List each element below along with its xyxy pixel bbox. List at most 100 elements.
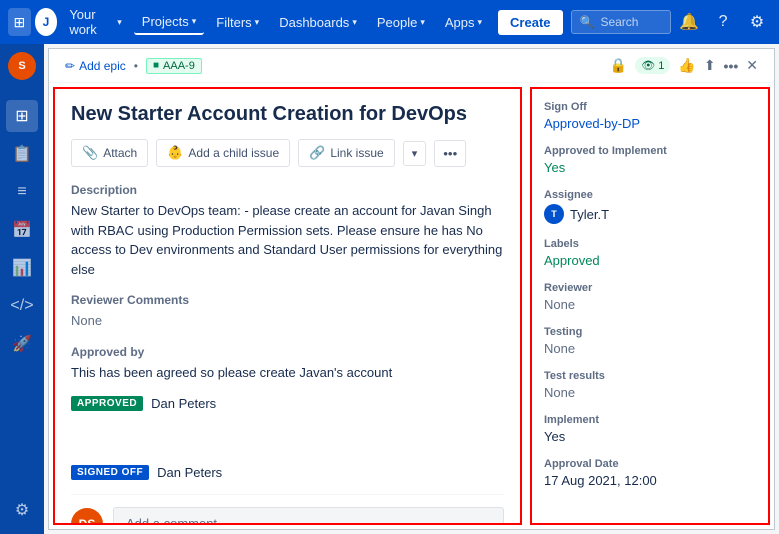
- implement-label: Implement: [544, 414, 756, 426]
- sidebar-timeline-icon[interactable]: 📅: [6, 214, 38, 246]
- sign-off-field: Sign Off Approved-by-DP: [544, 101, 756, 131]
- test-results-label: Test results: [544, 370, 756, 382]
- sidebar-home-icon[interactable]: ⊞: [6, 100, 38, 132]
- signed-off-person-name: Dan Peters: [157, 465, 222, 480]
- signed-off-badge: SIGNED OFF: [71, 465, 149, 480]
- chevron-down-icon: ▾: [352, 17, 357, 28]
- approved-to-implement-value[interactable]: Yes: [544, 160, 756, 175]
- chevron-down-icon: ▾: [420, 17, 425, 28]
- description-label: Description: [71, 183, 504, 197]
- labels-label: Labels: [544, 238, 756, 250]
- issue-key-badge[interactable]: ■ AAA-9: [146, 58, 202, 74]
- pencil-icon: ✏: [65, 59, 75, 73]
- child-icon: 👶: [167, 145, 183, 161]
- people-nav[interactable]: People ▾: [369, 11, 433, 34]
- search-icon: 🔍: [580, 15, 595, 29]
- add-child-issue-button[interactable]: 👶 Add a child issue: [156, 139, 290, 167]
- sidebar-settings-icon[interactable]: ⚙: [6, 494, 38, 526]
- approval-date-label: Approval Date: [544, 458, 756, 470]
- implement-value: Yes: [544, 429, 756, 444]
- sidebar-code-icon[interactable]: </>: [6, 290, 38, 322]
- sign-off-value[interactable]: Approved-by-DP: [544, 116, 756, 131]
- approved-by-text: This has been agreed so please create Ja…: [71, 363, 504, 383]
- dashboards-nav[interactable]: Dashboards ▾: [271, 11, 365, 34]
- link-issue-button[interactable]: 🔗 Link issue: [298, 139, 395, 167]
- comment-input[interactable]: Add a comment...: [113, 507, 504, 525]
- more-options-button[interactable]: •••: [434, 140, 466, 167]
- more-actions-icon[interactable]: •••: [724, 58, 739, 74]
- link-icon: 🔗: [309, 145, 325, 161]
- sign-off-label: Sign Off: [544, 101, 756, 113]
- reviewer-label: Reviewer: [544, 282, 756, 294]
- assignee-row: T Tyler.T: [544, 204, 756, 224]
- reviewer-comments-value: None: [71, 311, 504, 331]
- main-layout: S ⊞ 📋 ≡ 📅 📊 </> 🚀 ⚙ ✏ Add epic • ■ AAA-9: [0, 44, 779, 534]
- chevron-down-icon: ▾: [117, 17, 122, 28]
- testing-value: None: [544, 341, 756, 356]
- thumbs-up-icon[interactable]: 👍: [678, 57, 695, 74]
- create-button[interactable]: Create: [498, 10, 562, 35]
- left-sidebar: S ⊞ 📋 ≡ 📅 📊 </> 🚀 ⚙: [0, 44, 44, 534]
- share-icon[interactable]: ⬆: [704, 57, 716, 74]
- reviewer-comments-label: Reviewer Comments: [71, 293, 504, 307]
- lock-icon[interactable]: 🔒: [610, 57, 627, 74]
- grid-icon[interactable]: ⊞: [8, 8, 31, 36]
- your-work-nav[interactable]: Your work ▾: [61, 3, 129, 41]
- assignee-field: Assignee T Tyler.T: [544, 189, 756, 224]
- close-icon[interactable]: ✕: [746, 57, 758, 74]
- sidebar-board-icon[interactable]: 📋: [6, 138, 38, 170]
- notification-icon[interactable]: 🔔: [675, 8, 703, 36]
- chevron-down-icon: ▾: [478, 17, 483, 28]
- breadcrumb: ✏ Add epic • ■ AAA-9 🔒 👁 1 👍 ⬆ ••• ✕: [49, 49, 774, 83]
- chevron-down-icon: ▾: [192, 16, 197, 27]
- chevron-down-icon: ▾: [255, 17, 260, 28]
- reviewer-field: Reviewer None: [544, 282, 756, 312]
- issue-main-content: New Starter Account Creation for DevOps …: [53, 87, 522, 525]
- sidebar-releases-icon[interactable]: 🚀: [6, 328, 38, 360]
- implement-field: Implement Yes: [544, 414, 756, 444]
- test-results-field: Test results None: [544, 370, 756, 400]
- jira-logo[interactable]: J: [35, 8, 58, 36]
- labels-field: Labels Approved: [544, 238, 756, 268]
- help-icon[interactable]: ?: [709, 8, 737, 36]
- approved-to-implement-label: Approved to Implement: [544, 145, 756, 157]
- approval-date-value: 17 Aug 2021, 12:00: [544, 473, 756, 488]
- comment-area: DS Add a comment...: [71, 507, 504, 525]
- paperclip-icon: 📎: [82, 145, 98, 161]
- approved-by-label: Approved by: [71, 345, 504, 359]
- issue-actions-bar: 📎 Attach 👶 Add a child issue 🔗 Link issu…: [71, 139, 504, 167]
- sidebar-backlog-icon[interactable]: ≡: [6, 176, 38, 208]
- top-navigation: ⊞ J Your work ▾ Projects ▾ Filters ▾ Das…: [0, 0, 779, 44]
- watch-badge[interactable]: 👁 1: [635, 57, 670, 74]
- testing-label: Testing: [544, 326, 756, 338]
- issue-sidebar: Sign Off Approved-by-DP Approved to Impl…: [530, 87, 770, 525]
- testing-field: Testing None: [544, 326, 756, 356]
- labels-value[interactable]: Approved: [544, 253, 756, 268]
- nav-actions: 🔔 ? ⚙: [675, 8, 771, 36]
- add-epic-link[interactable]: ✏ Add epic: [65, 59, 126, 73]
- test-results-value: None: [544, 385, 756, 400]
- approved-badge-row: APPROVED Dan Peters: [71, 396, 504, 411]
- projects-nav[interactable]: Projects ▾: [134, 10, 205, 35]
- assignee-avatar: T: [544, 204, 564, 224]
- approved-to-implement-field: Approved to Implement Yes: [544, 145, 756, 175]
- description-text: New Starter to DevOps team: - please cre…: [71, 201, 504, 279]
- signed-off-badge-row: SIGNED OFF Dan Peters: [71, 465, 504, 480]
- issue-panel: ✏ Add epic • ■ AAA-9 🔒 👁 1 👍 ⬆ ••• ✕: [48, 48, 775, 530]
- approved-badge: APPROVED: [71, 396, 143, 411]
- filters-nav[interactable]: Filters ▾: [208, 11, 267, 34]
- settings-icon[interactable]: ⚙: [743, 8, 771, 36]
- issue-wrapper: New Starter Account Creation for DevOps …: [49, 83, 774, 529]
- assignee-name[interactable]: Tyler.T: [570, 207, 609, 222]
- eye-icon: 👁: [641, 59, 655, 72]
- user-avatar[interactable]: S: [8, 52, 36, 80]
- assignee-label: Assignee: [544, 189, 756, 201]
- search-bar[interactable]: 🔍 Search: [571, 10, 672, 34]
- sidebar-reports-icon[interactable]: 📊: [6, 252, 38, 284]
- commenter-avatar: DS: [71, 508, 103, 526]
- approved-person-name: Dan Peters: [151, 396, 216, 411]
- apps-nav[interactable]: Apps ▾: [437, 11, 490, 34]
- reviewer-value: None: [544, 297, 756, 312]
- link-dropdown-button[interactable]: ▾: [403, 141, 427, 166]
- attach-button[interactable]: 📎 Attach: [71, 139, 148, 167]
